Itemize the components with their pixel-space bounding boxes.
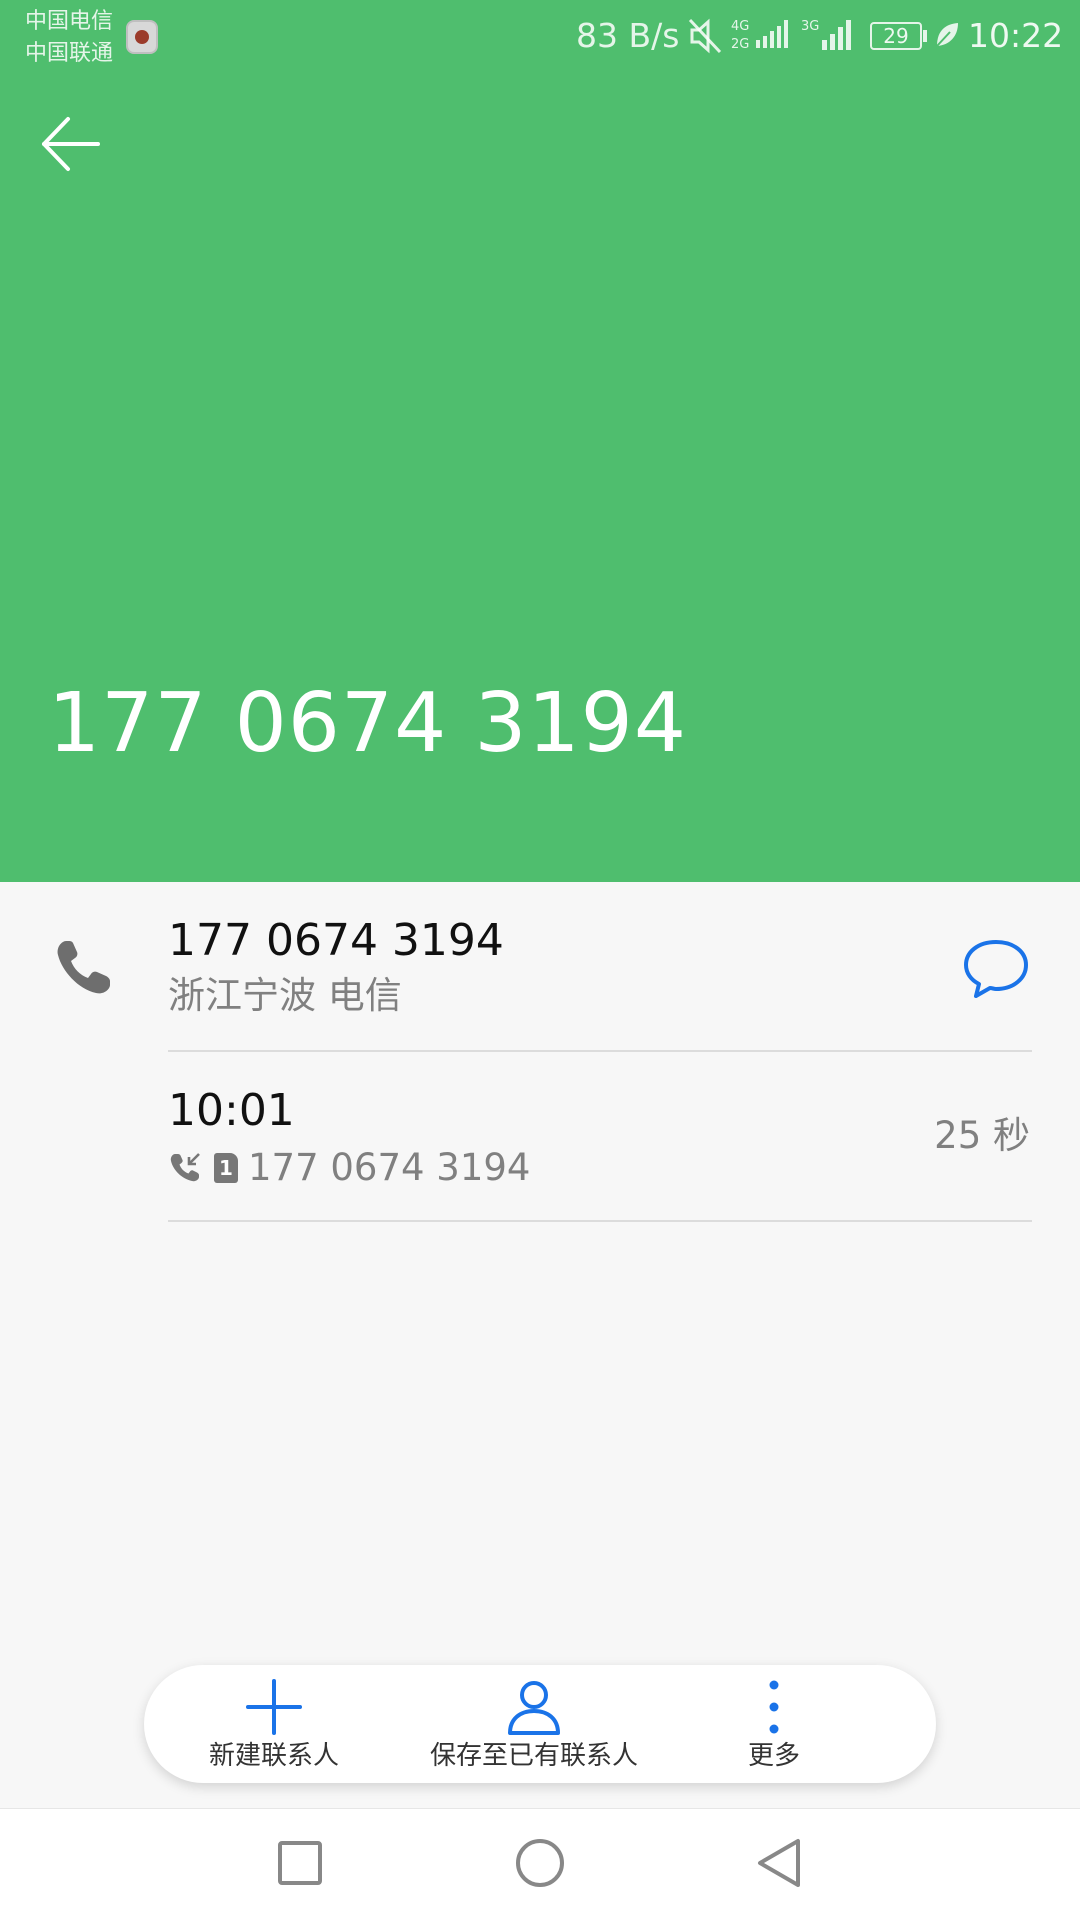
save-to-existing-contact-button[interactable]: 保存至已有联系人: [404, 1665, 664, 1783]
more-vert-icon: [769, 1680, 779, 1734]
navigation-bar: [0, 1808, 1080, 1920]
signal-3g-icon: 3G: [801, 19, 851, 50]
battery-icon: 29: [870, 22, 922, 50]
call-info: 1 177 0674 3194: [168, 1144, 530, 1192]
header: 中国电信 中国联通 83 B/s 4G 2G 3G 29 10:22 177 0…: [0, 0, 1080, 882]
call-duration: 25 秒: [934, 1114, 1030, 1157]
back-arrow-icon[interactable]: [34, 107, 108, 181]
save-to-existing-label: 保存至已有联系人: [429, 1741, 638, 1771]
sim-slot: 1: [219, 1156, 233, 1180]
phone-icon: [57, 941, 110, 994]
square-icon[interactable]: [268, 1831, 332, 1895]
divider: [168, 1220, 1032, 1222]
header-phone-number: 177 0674 3194: [48, 676, 688, 771]
leaf-icon: [936, 23, 958, 47]
more-label: 更多: [747, 1741, 800, 1771]
action-bar: 新建联系人 保存至已有联系人 更多: [144, 1665, 936, 1783]
plus-icon: [246, 1679, 302, 1735]
signal-4g-icon: 4G 2G: [731, 19, 788, 52]
detail-phone-number[interactable]: 177 0674 3194: [168, 912, 504, 970]
divider: [168, 1050, 1032, 1052]
call-number: 177 0674 3194: [248, 1146, 531, 1189]
status-bar: 中国电信 中国联通 83 B/s 4G 2G 3G 29 10:22: [0, 0, 1080, 75]
incoming-call-icon: [170, 1153, 200, 1182]
new-contact-button[interactable]: 新建联系人: [184, 1665, 364, 1783]
net-speed: 83 B/s: [576, 16, 680, 55]
number-location: 浙江宁波 电信: [168, 974, 402, 1017]
svg-text:4G: 4G: [731, 19, 749, 34]
carrier-2: 中国联通: [25, 41, 114, 66]
carrier-1: 中国电信: [25, 9, 114, 34]
battery-level: 29: [883, 24, 909, 48]
svg-text:3G: 3G: [801, 19, 819, 34]
app-notification-icon: [126, 20, 158, 54]
mute-icon: [688, 18, 722, 54]
call-time: 10:01: [168, 1085, 295, 1136]
triangle-back-icon[interactable]: [748, 1831, 812, 1895]
call-detail-screen: 中国电信 中国联通 83 B/s 4G 2G 3G 29 10:22 177 0…: [0, 0, 1080, 1920]
new-contact-label: 新建联系人: [208, 1741, 339, 1771]
svg-text:2G: 2G: [731, 37, 749, 52]
message-icon[interactable]: [960, 932, 1032, 1004]
circle-icon[interactable]: [508, 1831, 572, 1895]
battery-tip: [923, 30, 927, 42]
clock: 10:22: [968, 16, 1064, 55]
sim-1-icon: 1: [214, 1153, 238, 1183]
person-icon: [508, 1681, 560, 1735]
more-button[interactable]: 更多: [714, 1665, 834, 1783]
